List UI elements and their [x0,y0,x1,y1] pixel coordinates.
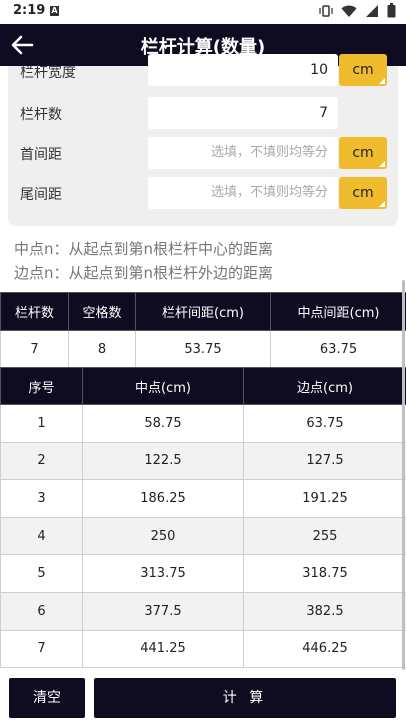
cell-index: 5 [0,554,83,593]
cell-edgepoint: 191.25 [243,479,406,518]
wifi-icon [341,5,357,17]
status-icons [319,3,396,18]
header-edgepoint: 边点(cm) [243,367,406,405]
cell-midpoint: 58.75 [82,404,244,443]
cell-gap-count: 8 [68,330,136,369]
cell-index: 2 [0,441,83,481]
table-row: 2 122.5 127.5 [0,441,406,481]
header-mid-spacing: 中点间距(cm) [270,292,406,331]
railing-width-input[interactable]: 10 [148,54,338,86]
calculate-button[interactable]: 计 算 [94,678,396,718]
label-railing-width: 栏杆宽度 [20,65,76,81]
cell-index: 4 [0,516,83,556]
edgepoint-description: 边点n：从起点到第n根栏杆外边的距离 [14,264,274,282]
cell-railing-count: 7 [0,330,69,369]
cell-index: 3 [0,479,83,518]
cell-midpoint: 377.5 [82,591,244,631]
table-row: 1 58.75 63.75 [0,404,406,443]
table-row: 4 250 255 [0,516,406,556]
cell-midpoint: 122.5 [82,441,244,481]
header-railing-spacing: 栏杆间距(cm) [135,292,271,331]
cell-midpoint: 313.75 [82,554,244,593]
cell-edgepoint: 318.75 [243,554,406,593]
cell-midpoint: 186.25 [82,479,244,518]
detail-table: 序号 中点(cm) 边点(cm) 1 58.75 63.75 2 122.5 127.5… [0,367,406,669]
label-last-spacing: 尾间距 [20,187,62,203]
cell-edgepoint: 382.5 [243,591,406,631]
notification-icon: A [50,6,59,16]
clear-button[interactable]: 清空 [9,678,85,718]
table-row: 6 377.5 382.5 [0,591,406,631]
midpoint-description: 中点n：从起点到第n根栏杆中心的距离 [14,240,274,258]
label-first-spacing: 首间距 [20,147,62,163]
status-bar: 2:19 A [0,0,406,24]
header-gap-count: 空格数 [68,292,136,331]
cell-index: 7 [0,629,83,669]
signal-icon [366,4,378,17]
table-row: 5 313.75 318.75 [0,554,406,593]
cell-edgepoint: 255 [243,516,406,556]
cell-midpoint: 250 [82,516,244,556]
table-row: 3 186.25 191.25 [0,479,406,518]
first-spacing-input[interactable]: 选填，不填则均等分 [148,137,338,169]
cell-edgepoint: 446.25 [243,629,406,669]
table-row: 7 441.25 446.25 [0,629,406,669]
status-time: 2:19 [13,3,46,18]
cell-midpoint: 441.25 [82,629,244,669]
summary-row: 7 8 53.75 63.75 [0,330,406,369]
header-railing-count: 栏杆数 [0,292,69,331]
header-midpoint: 中点(cm) [82,367,244,405]
last-spacing-unit-button[interactable]: cm [339,177,387,209]
first-spacing-unit-button[interactable]: cm [339,137,387,169]
battery-icon [387,3,396,18]
bottom-bar: 清空 计 算 [0,673,406,721]
label-railing-count: 栏杆数 [20,107,62,123]
cell-mid-spacing: 63.75 [270,330,406,369]
cell-edgepoint: 127.5 [243,441,406,481]
vibrate-icon [319,4,333,17]
railing-count-input[interactable]: 7 [148,97,338,129]
cell-edgepoint: 63.75 [243,404,406,443]
last-spacing-input[interactable]: 选填，不填则均等分 [148,177,338,209]
cell-index: 6 [0,591,83,631]
summary-table: 栏杆数 空格数 栏杆间距(cm) 中点间距(cm) 7 8 53.75 63.7… [0,292,406,369]
railing-width-unit-button[interactable]: cm [339,54,387,86]
scrollbar[interactable] [402,280,405,670]
cell-railing-spacing: 53.75 [135,330,271,369]
input-form: 栏杆宽度 10 cm 栏杆数 7 首间距 选填，不填则均等分 cm 尾间距 选填… [8,54,398,226]
cell-index: 1 [0,404,83,443]
header-index: 序号 [0,367,83,405]
